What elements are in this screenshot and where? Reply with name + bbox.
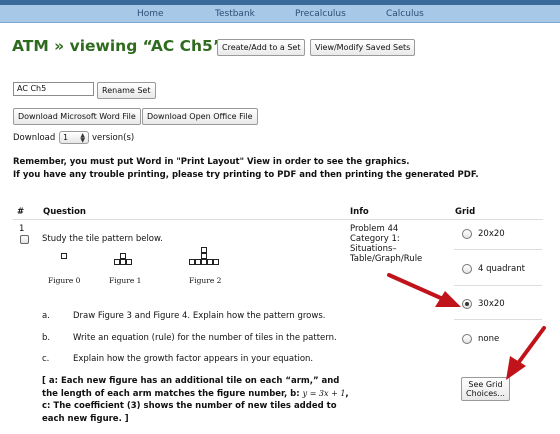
grid-radio-none[interactable] bbox=[462, 334, 472, 344]
item-letter: c. bbox=[42, 354, 50, 364]
figure1-tile bbox=[126, 259, 132, 265]
page-title: ATM » viewing “AC Ch5” » bbox=[12, 37, 239, 55]
see-grid-choices-button[interactable]: See Grid Choices... bbox=[461, 377, 510, 401]
grid-divider bbox=[454, 249, 542, 250]
nav-calculus-link[interactable]: Calculus bbox=[386, 9, 424, 19]
nav-testbank-link[interactable]: Testbank bbox=[215, 9, 255, 19]
info-category-line3: Table/Graph/Rule bbox=[350, 254, 423, 264]
row-number: 1 bbox=[19, 224, 25, 234]
create-add-set-button[interactable]: Create/Add to a Set bbox=[217, 39, 306, 56]
item-text: Draw Figure 3 and Figure 4. Explain how … bbox=[73, 311, 326, 321]
figure-label: Figure 0 bbox=[48, 276, 81, 285]
nav-precalculus-link[interactable]: Precalculus bbox=[295, 9, 346, 19]
question-select-checkbox[interactable] bbox=[20, 235, 29, 244]
download-word-button[interactable]: Download Microsoft Word File bbox=[13, 108, 141, 125]
item-letter: b. bbox=[42, 333, 51, 343]
grid-divider bbox=[454, 285, 542, 286]
versions-select[interactable]: 1 ▲ ▼ bbox=[59, 131, 89, 144]
grid-radio-4-quadrant[interactable] bbox=[462, 264, 472, 274]
download-suffix-label: version(s) bbox=[92, 133, 135, 143]
answer-equation: y = 3x + 1 bbox=[302, 388, 346, 398]
figure2-tile bbox=[213, 259, 219, 265]
answer-part-1: [ a: Each new figure has an additional t… bbox=[42, 376, 340, 399]
grid-option-label: none bbox=[478, 334, 500, 344]
col-header-num: # bbox=[17, 207, 25, 217]
col-header-info: Info bbox=[350, 207, 369, 217]
grid-option-label: 30x20 bbox=[478, 299, 505, 309]
grid-radio-20x20[interactable] bbox=[462, 229, 472, 239]
info-category-line1: Category 1: bbox=[350, 234, 400, 244]
grid-option-label: 4 quadrant bbox=[478, 264, 525, 274]
figure-label: Figure 2 bbox=[189, 276, 222, 285]
notice-line-2: If you have any trouble printing, please… bbox=[13, 170, 479, 180]
versions-select-value: 1 bbox=[63, 133, 69, 142]
grid-divider bbox=[454, 319, 542, 320]
question-prompt: Study the tile pattern below. bbox=[42, 234, 163, 244]
select-arrows-icon: ▲ ▼ bbox=[80, 132, 85, 144]
nav-home-link[interactable]: Home bbox=[137, 9, 164, 19]
grid-option-label: 20x20 bbox=[478, 229, 505, 239]
nav-bar: Home Testbank Precalculus Calculus bbox=[0, 5, 560, 23]
item-text: Explain how the growth factor appears in… bbox=[73, 354, 314, 364]
col-header-grid: Grid bbox=[455, 207, 476, 217]
set-name-input[interactable]: AC Ch5 bbox=[13, 82, 94, 96]
download-prefix-label: Download bbox=[13, 133, 56, 143]
item-letter: a. bbox=[42, 311, 50, 321]
item-text: Write an equation (rule) for the number … bbox=[73, 333, 337, 343]
red-arrow-icon bbox=[387, 273, 461, 307]
red-arrow-icon bbox=[506, 326, 546, 380]
download-openoffice-button[interactable]: Download Open Office File bbox=[142, 108, 258, 125]
info-problem: Problem 44 bbox=[350, 224, 399, 234]
notice-line-1: Remember, you must put Word in "Print La… bbox=[13, 157, 410, 167]
header-divider bbox=[13, 219, 543, 220]
col-header-question: Question bbox=[43, 207, 86, 217]
figure0-tile bbox=[61, 253, 67, 259]
figure-label: Figure 1 bbox=[109, 276, 142, 285]
info-category-line2: Situations– bbox=[350, 244, 397, 254]
grid-radio-30x20[interactable] bbox=[462, 299, 472, 309]
rename-set-button[interactable]: Rename Set bbox=[97, 82, 156, 99]
view-modify-sets-button[interactable]: View/Modify Saved Sets bbox=[310, 39, 416, 56]
answer-text: [ a: Each new figure has an additional t… bbox=[42, 375, 352, 425]
